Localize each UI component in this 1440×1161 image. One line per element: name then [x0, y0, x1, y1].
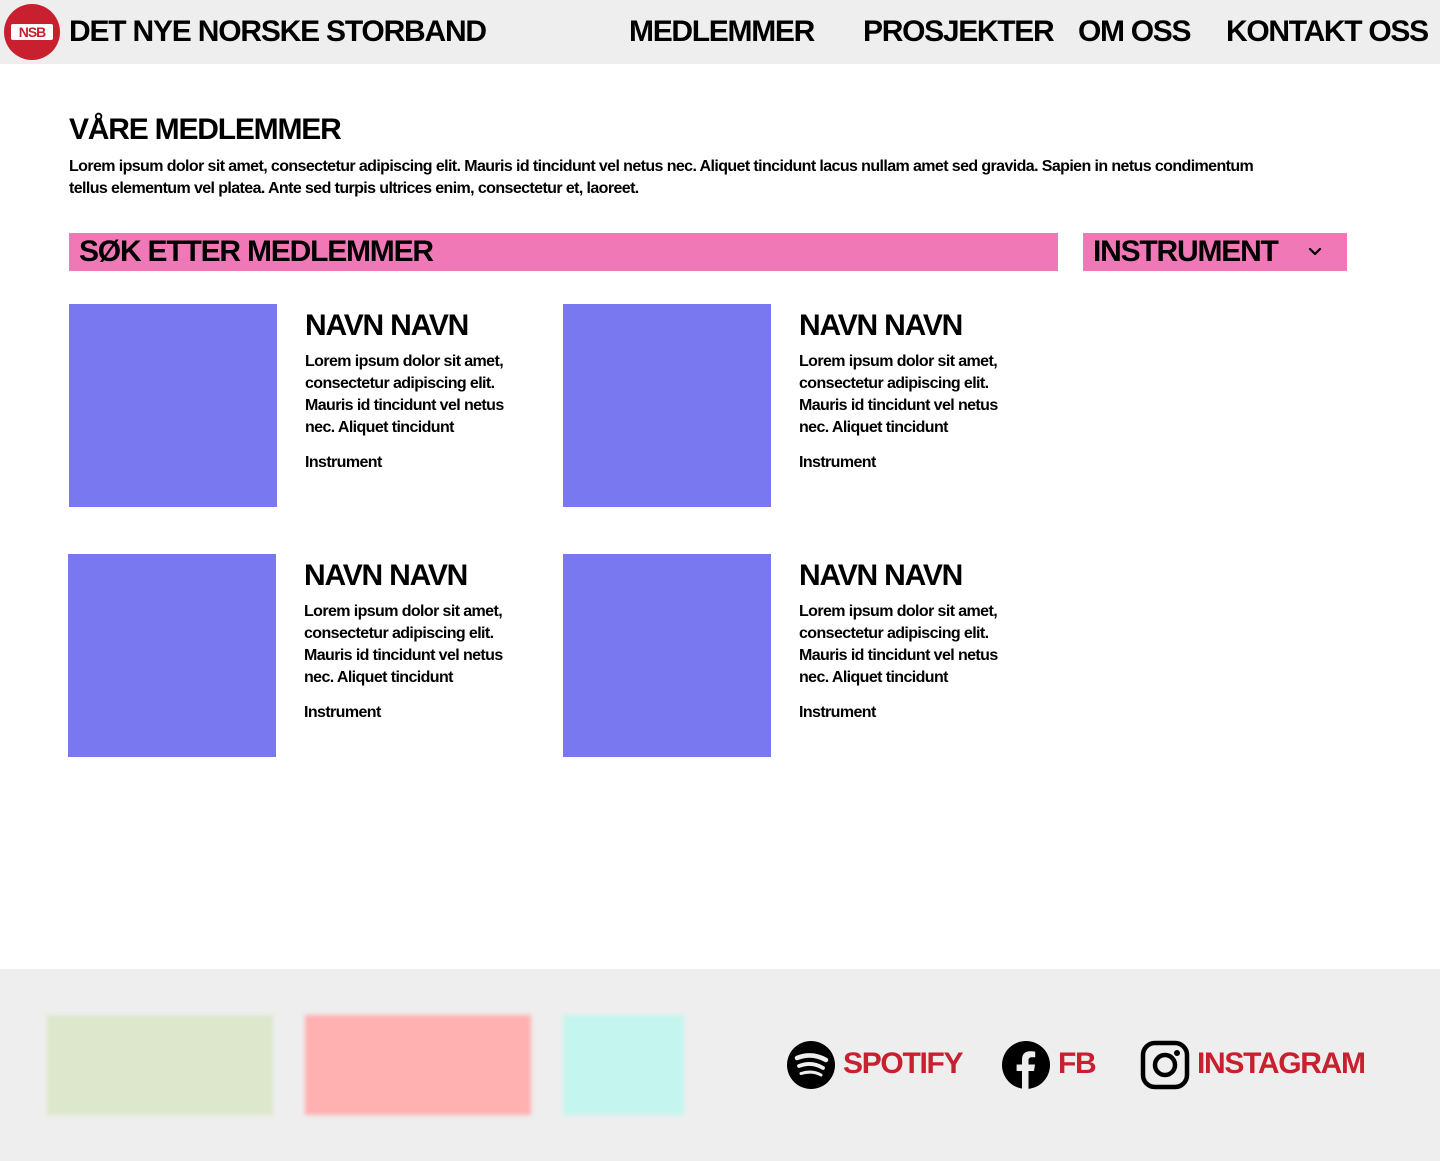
spotify-icon [787, 1041, 835, 1089]
nav-medlemmer[interactable]: MEDLEMMER [629, 14, 815, 50]
member-instrument: Instrument [304, 704, 381, 721]
member-name: NAVN NAVN [304, 559, 468, 592]
spotify-label: SPOTIFY [843, 1047, 964, 1080]
member-instrument: Instrument [305, 454, 382, 471]
member-photo [563, 304, 771, 507]
member-card[interactable]: NAVN NAVN Lorem ipsum dolor sit amet, co… [69, 304, 519, 507]
member-name: NAVN NAVN [305, 309, 469, 342]
intro-text: Lorem ipsum dolor sit amet, consectetur … [69, 158, 1254, 197]
instagram-label: INSTAGRAM [1197, 1047, 1366, 1080]
member-search-input[interactable] [69, 233, 1058, 271]
instrument-filter-label: INSTRUMENT [1093, 235, 1279, 268]
instrument-filter-dropdown[interactable]: INSTRUMENT [1083, 233, 1347, 271]
member-photo [68, 554, 276, 757]
site-footer: SPOTIFY FB INSTAGRAM [0, 969, 1440, 1161]
member-name: NAVN NAVN [799, 309, 963, 342]
member-card[interactable]: NAVN NAVN Lorem ipsum dolor sit amet, co… [563, 554, 1013, 757]
member-card[interactable]: NAVN NAVN Lorem ipsum dolor sit amet, co… [563, 304, 1013, 507]
chevron-down-icon [1308, 247, 1322, 256]
member-instrument: Instrument [799, 454, 876, 471]
sponsor-logo[interactable] [47, 1015, 273, 1115]
nav-kontakt-oss[interactable]: KONTAKT OSS [1226, 14, 1429, 50]
sponsor-logo[interactable] [563, 1015, 684, 1115]
logo[interactable]: NSB [4, 4, 60, 60]
member-photo [563, 554, 771, 757]
facebook-link[interactable]: FB [1001, 1040, 1101, 1090]
member-description: Lorem ipsum dolor sit amet, consectetur … [304, 603, 503, 686]
site-header: NSB DET NYE NORSKE STORBAND MEDLEMMER PR… [0, 0, 1440, 64]
site-title[interactable]: DET NYE NORSKE STORBAND [69, 14, 487, 50]
facebook-label: FB [1058, 1047, 1097, 1080]
member-card[interactable]: NAVN NAVN Lorem ipsum dolor sit amet, co… [68, 554, 518, 757]
member-description: Lorem ipsum dolor sit amet, consectetur … [799, 603, 998, 686]
nav-om-oss[interactable]: OM OSS [1078, 14, 1192, 50]
member-description: Lorem ipsum dolor sit amet, consectetur … [305, 353, 504, 436]
logo-text: NSB [11, 24, 53, 40]
member-photo [69, 304, 277, 507]
member-instrument: Instrument [799, 704, 876, 721]
instagram-icon [1140, 1040, 1190, 1090]
facebook-icon [1002, 1041, 1050, 1090]
sponsor-logo[interactable] [305, 1015, 531, 1115]
nav-prosjekter[interactable]: PROSJEKTER [863, 14, 1055, 50]
member-name: NAVN NAVN [799, 559, 963, 592]
page-title: VÅRE MEDLEMMER [69, 113, 342, 146]
instagram-link[interactable]: INSTAGRAM [1140, 1040, 1380, 1090]
member-description: Lorem ipsum dolor sit amet, consectetur … [799, 353, 998, 436]
spotify-link[interactable]: SPOTIFY [786, 1040, 966, 1090]
